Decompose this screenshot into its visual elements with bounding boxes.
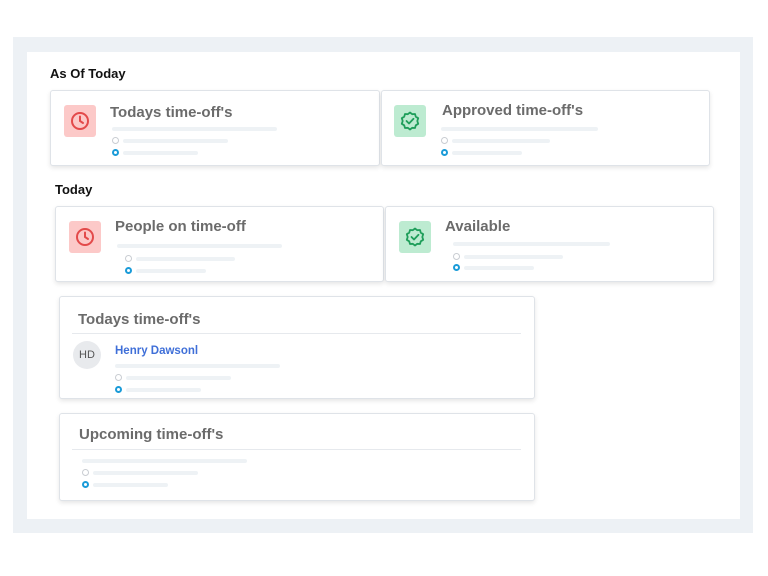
placeholder-bar (136, 269, 206, 273)
stat-card-title: People on time-off (115, 218, 246, 235)
placeholder-bar (123, 139, 228, 143)
stat-card-approved-time-offs[interactable]: Approved time-off's (381, 90, 710, 166)
placeholder-bar (441, 127, 598, 131)
placeholder-dot (115, 374, 122, 381)
stat-card-todays-time-offs[interactable]: Todays time-off's (50, 90, 380, 166)
upcoming-time-offs-list-card: Upcoming time-off's (59, 413, 535, 501)
section-heading-today: Today (55, 182, 93, 197)
placeholder-dot-active (112, 149, 119, 156)
clock-icon (64, 105, 96, 137)
placeholder-bar (464, 266, 534, 270)
divider (72, 333, 521, 334)
placeholder-dot-active (441, 149, 448, 156)
placeholder-bar (93, 483, 168, 487)
clock-icon (69, 221, 101, 253)
placeholder-bar (115, 364, 280, 368)
placeholder-bar (126, 376, 231, 380)
person-name-link[interactable]: Henry Dawsonl (115, 345, 198, 357)
placeholder-bar (136, 257, 235, 261)
placeholder-bar (93, 471, 198, 475)
verified-badge-icon (399, 221, 431, 253)
placeholder-bar (452, 151, 522, 155)
section-heading-as-of-today: As Of Today (50, 66, 126, 81)
todays-time-offs-list-card: Todays time-off's HD Henry Dawsonl (59, 296, 535, 399)
stat-card-people-on-time-off[interactable]: People on time-off (55, 206, 384, 282)
placeholder-bar (123, 151, 198, 155)
placeholder-dot (82, 469, 89, 476)
placeholder-bar (464, 255, 563, 259)
placeholder-bar (452, 139, 550, 143)
placeholder-dot (453, 253, 460, 260)
placeholder-dot-active (453, 264, 460, 271)
placeholder-dot (441, 137, 448, 144)
placeholder-dot (125, 255, 132, 262)
placeholder-bar (82, 459, 247, 463)
stat-card-title: Approved time-off's (442, 102, 584, 119)
verified-badge-icon (394, 105, 426, 137)
placeholder-bar (453, 242, 610, 246)
stat-card-available[interactable]: Available (385, 206, 714, 282)
placeholder-dot-active (125, 267, 132, 274)
stat-card-title: Todays time-off's (110, 104, 233, 121)
placeholder-dot-active (115, 386, 122, 393)
divider (72, 449, 521, 450)
list-card-title: Todays time-off's (78, 311, 201, 328)
placeholder-dot (112, 137, 119, 144)
avatar: HD (73, 341, 101, 369)
placeholder-bar (112, 127, 277, 131)
placeholder-dot-active (82, 481, 89, 488)
list-card-title: Upcoming time-off's (79, 426, 224, 443)
placeholder-bar (126, 388, 201, 392)
stat-card-title: Available (445, 218, 511, 235)
placeholder-bar (117, 244, 282, 248)
